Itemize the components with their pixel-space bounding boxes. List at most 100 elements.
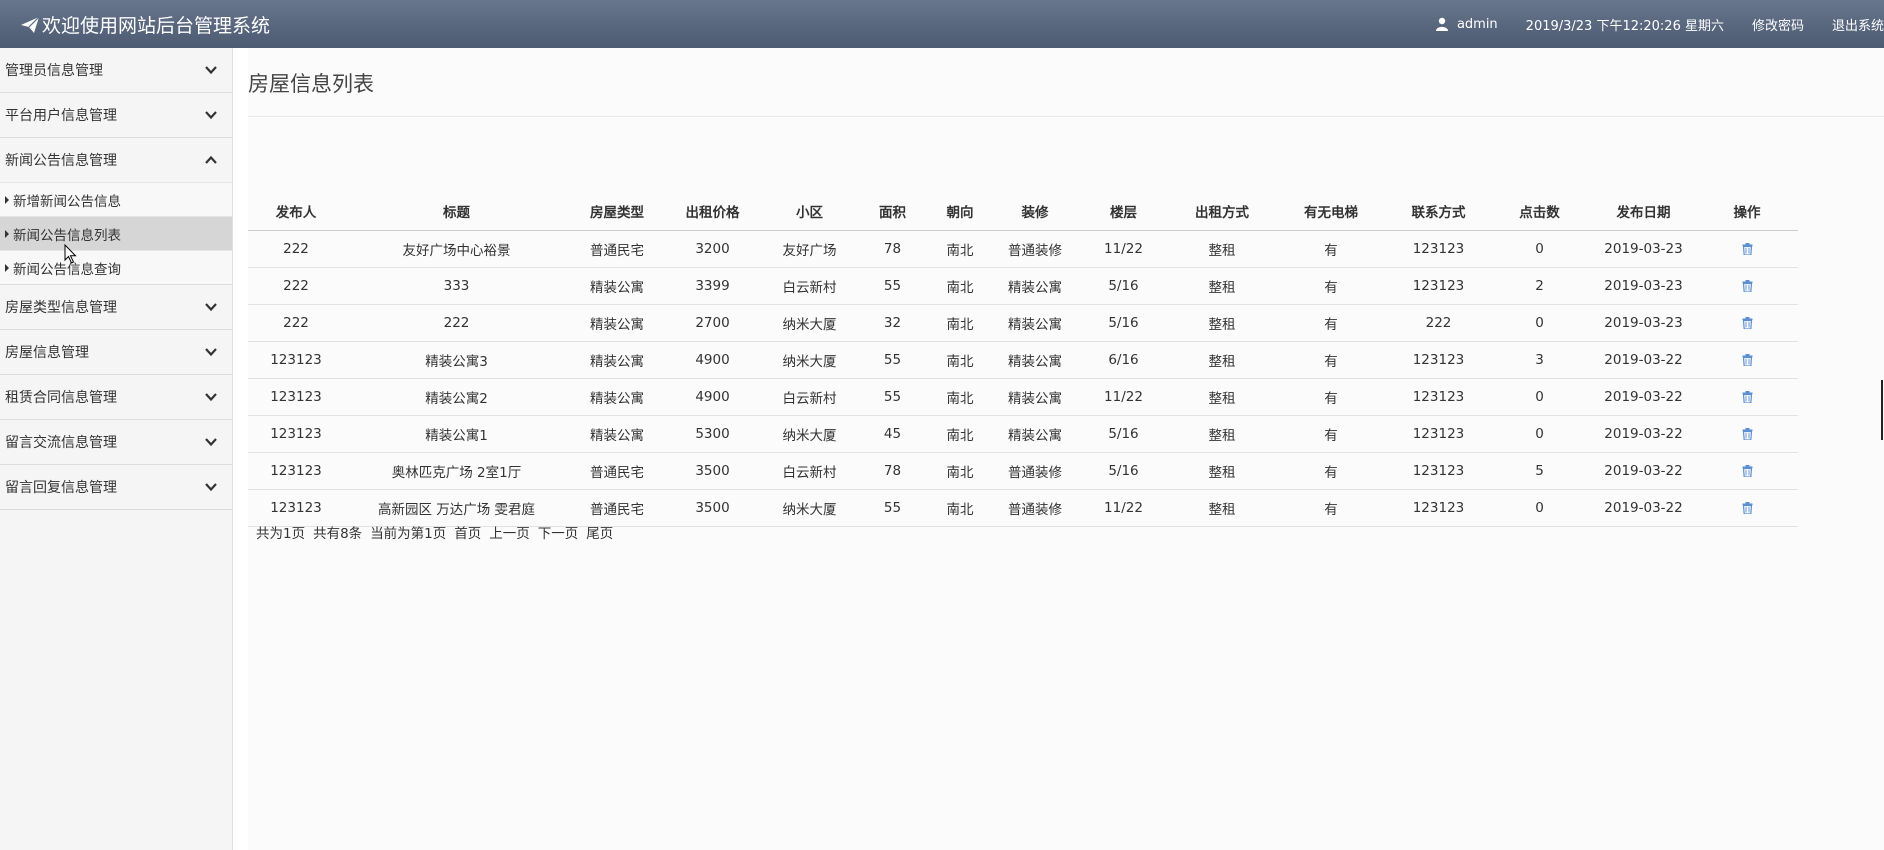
sidebar-item-news-list[interactable]: 新闻公告信息列表 [0, 216, 232, 250]
menu-label: 房屋信息管理 [5, 345, 89, 361]
table-cell: 0 [1488, 304, 1591, 342]
table-cell: 3 [1488, 341, 1591, 379]
table-cell: 2700 [665, 304, 760, 342]
table-cell: 123123 [1389, 378, 1488, 416]
table-cell: 123123 [1389, 489, 1488, 527]
trash-icon[interactable] [1742, 501, 1753, 514]
table-cell: 5 [1488, 452, 1591, 490]
table-cell: 2019-03-22 [1591, 341, 1696, 379]
table-cell: 精装公寓 [994, 304, 1076, 342]
table-cell: 11/22 [1076, 230, 1171, 268]
menu-group-house: 房屋信息管理 [0, 330, 232, 375]
menu-group-admin: 管理员信息管理 [0, 48, 232, 93]
next-page-link[interactable]: 下一页 [538, 522, 579, 542]
table-cell: 整租 [1171, 489, 1273, 527]
caret-right-icon [5, 229, 9, 238]
trash-icon[interactable] [1742, 390, 1753, 403]
table-cell: 有 [1273, 230, 1389, 268]
action-cell [1696, 230, 1798, 268]
table-cell: 精装公寓 [569, 415, 665, 453]
chevron-down-icon [205, 438, 217, 447]
prev-page-link[interactable]: 上一页 [489, 522, 530, 542]
table-cell: 南北 [926, 230, 994, 268]
table-cell: 2 [1488, 267, 1591, 305]
column-header: 点击数 [1488, 193, 1591, 231]
table-row: 222 222 精装公寓 2700 纳米大厦 32 南北 精装公寓 5/16 整租有 222 0 201… [248, 304, 1798, 342]
table-cell: 222 [1389, 304, 1488, 342]
trash-icon[interactable] [1742, 316, 1753, 329]
table-cell: 55 [859, 341, 926, 379]
table-row: 123123 奥林匹克广场 2室1厅 普通民宅 3500 白云新村 78 南北 普通装修 5/1… [248, 452, 1798, 490]
table-row: 123123 高新园区 万达广场 雯君庭 普通民宅 3500 纳米大厦 55 南北 普通装修 1… [248, 489, 1798, 527]
mouse-cursor-icon [64, 244, 77, 264]
divider [248, 116, 1884, 117]
action-cell [1696, 415, 1798, 453]
table-cell: 南北 [926, 452, 994, 490]
sidebar-item-news-query[interactable]: 新闻公告信息查询 [0, 250, 232, 284]
column-header: 面积 [859, 193, 926, 231]
table-cell: 5300 [665, 415, 760, 453]
table-cell: 纳米大厦 [760, 415, 859, 453]
column-header: 装修 [994, 193, 1076, 231]
table-cell: 普通民宅 [569, 489, 665, 527]
first-page-link[interactable]: 首页 [454, 522, 481, 542]
last-page-link[interactable]: 尾页 [586, 522, 613, 542]
menu-head-contract[interactable]: 租赁合同信息管理 [0, 375, 232, 419]
table-cell: 0 [1488, 378, 1591, 416]
change-password-link[interactable]: 修改密码 [1752, 15, 1804, 34]
menu-head-admin[interactable]: 管理员信息管理 [0, 48, 232, 92]
menu-head-users[interactable]: 平台用户信息管理 [0, 93, 232, 137]
menu-head-house[interactable]: 房屋信息管理 [0, 330, 232, 374]
caret-right-icon [5, 263, 9, 272]
trash-icon[interactable] [1742, 427, 1753, 440]
menu-label: 留言交流信息管理 [5, 435, 117, 451]
action-cell [1696, 341, 1798, 379]
table-cell: 精装公寓2 [344, 378, 569, 416]
trash-icon[interactable] [1742, 353, 1753, 366]
column-header: 有无电梯 [1273, 193, 1389, 231]
app-brand: 欢迎使用网站后台管理系统 [20, 11, 270, 38]
menu-group-users: 平台用户信息管理 [0, 93, 232, 138]
table-cell: 纳米大厦 [760, 304, 859, 342]
table-cell: 2019-03-22 [1591, 452, 1696, 490]
column-header: 标题 [344, 193, 569, 231]
trash-icon[interactable] [1742, 279, 1753, 292]
table-cell: 0 [1488, 415, 1591, 453]
trash-icon[interactable] [1742, 464, 1753, 477]
table-cell: 123123 [248, 341, 344, 379]
table-cell: 6/16 [1076, 341, 1171, 379]
trash-icon[interactable] [1742, 242, 1753, 255]
house-table: 发布人 标题 房屋类型 出租价格 小区 面积 朝向 装修 楼层 出租方式 有无电梯 联系方式 点击数 发布… [248, 193, 1798, 527]
user-icon [1435, 17, 1448, 31]
paper-plane-icon [21, 16, 40, 33]
sidebar-item-add-news[interactable]: 新增新闻公告信息 [0, 182, 232, 216]
table-cell: 整租 [1171, 378, 1273, 416]
table-cell: 友好广场 [760, 230, 859, 268]
table-cell: 南北 [926, 489, 994, 527]
action-cell [1696, 452, 1798, 490]
top-bar: 欢迎使用网站后台管理系统 admin 2019/3/23 下午12:20:26 … [0, 0, 1884, 48]
table-cell: 精装公寓 [994, 341, 1076, 379]
menu-head-house-type[interactable]: 房屋类型信息管理 [0, 285, 232, 329]
column-header: 出租价格 [665, 193, 760, 231]
datetime: 2019/3/23 下午12:20:26 星期六 [1525, 18, 1724, 34]
menu-head-news[interactable]: 新闻公告信息管理 [0, 138, 232, 182]
table-cell: 3399 [665, 267, 760, 305]
table-cell: 普通装修 [994, 230, 1076, 268]
column-header: 发布日期 [1591, 193, 1696, 231]
menu-head-reply[interactable]: 留言回复信息管理 [0, 465, 232, 509]
table-cell: 0 [1488, 489, 1591, 527]
table-cell: 4900 [665, 341, 760, 379]
sidebar: 管理员信息管理 平台用户信息管理 新闻公告信息管理 新增新闻公告信息 新闻公告信… [0, 48, 233, 850]
table-cell: 普通民宅 [569, 230, 665, 268]
column-header: 朝向 [926, 193, 994, 231]
table-cell: 45 [859, 415, 926, 453]
menu-group-news: 新闻公告信息管理 新增新闻公告信息 新闻公告信息列表 新闻公告信息查询 [0, 138, 232, 285]
menu-label: 管理员信息管理 [5, 63, 103, 79]
menu-head-message[interactable]: 留言交流信息管理 [0, 420, 232, 464]
logout-link[interactable]: 退出系统 [1832, 15, 1884, 34]
menu-group-contract: 租赁合同信息管理 [0, 375, 232, 420]
table-cell: 整租 [1171, 304, 1273, 342]
table-cell: 整租 [1171, 267, 1273, 305]
total-records: 共有8条 [313, 526, 363, 542]
